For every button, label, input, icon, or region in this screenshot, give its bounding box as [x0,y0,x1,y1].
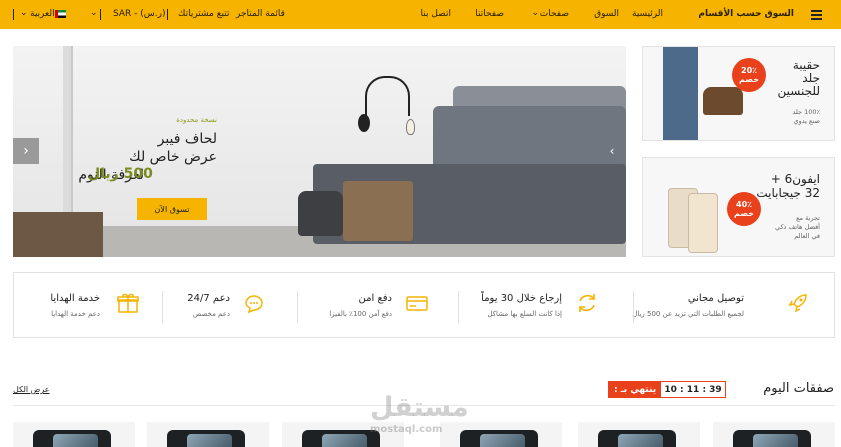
slider-next-arrow-icon[interactable]: › [599,138,625,164]
hero-slider [13,46,626,257]
promo-bag-card[interactable]: 20٪ خصم حقيبة جلد للجنسين 100٪ جلد صنع يدوي [642,46,835,141]
nav-pages[interactable]: صفحات [540,8,569,20]
see-all-link[interactable]: عرض الكل [13,385,50,394]
feature-subtitle: دفع آمن 100٪ بالفيزا [329,310,392,318]
deals-title: صفقات اليوم [763,381,834,396]
promo-subtitle: 100٪ جلد صنع يدوي [792,108,820,125]
saudi-flag-icon [55,10,66,18]
nav-our-pages[interactable]: صفحاتنا [475,8,504,20]
promo-title: ايفون6 +32 جيجابايت [756,172,820,200]
feature-title: دفع امن [358,293,392,304]
feature-title: خدمة الهدايا [50,293,100,304]
hero-line2: عرض خاص لك [129,149,217,165]
bulb-shape [406,119,415,135]
shop-now-button[interactable]: تسوق الآن [137,198,207,220]
menu-icon[interactable] [811,10,822,20]
phone-image [167,430,245,447]
feature-subtitle: دعم خدمة الهدايا [51,310,100,318]
nav-home[interactable]: الرئيسية [632,8,663,20]
stores-list-link[interactable]: قائمة المتاجر [236,8,285,20]
promo-iphone-card[interactable]: 40٪ خصم ايفون6 +32 جيجابايت تجربة مع أفضل … [642,157,835,257]
feature-secure-payment: دفع امن دفع آمن 100٪ بالفيزا [299,273,459,337]
hero-price: 500 ريال [88,166,153,182]
feature-returns: إرجاع خلال 30 يوماً إذا كانت السلع بها م… [459,273,634,337]
phone-image [33,430,111,447]
model-figure-image [663,47,698,140]
chat-icon [245,295,263,314]
feature-subtitle: إذا كانت السلع بها مشاكل [487,310,562,318]
product-card[interactable] [13,422,135,447]
nav-contact[interactable]: اتصل بنا [421,8,451,20]
product-card[interactable] [578,422,700,447]
feature-gifts: خدمة الهدايا دعم خدمة الهدايا [13,273,163,337]
phone-image [460,430,538,447]
feature-title: إرجاع خلال 30 يوماً [481,293,562,304]
hero-line1: لحاف فيبر [157,131,217,147]
phone-image [598,430,676,447]
currency-selector[interactable]: (ر.س) - SAR [113,8,165,20]
lamp-shape [358,114,370,132]
language-selector[interactable]: العربية [30,8,55,20]
discount-badge: 20٪ خصم [732,58,766,92]
phone-image [302,430,380,447]
deal-countdown: 10 : 11 : 39 ينتهي بـ : [608,381,726,398]
gift-icon [117,293,139,313]
watermark-url: mostaql.com [370,424,443,435]
credit-card-icon [406,296,428,311]
refresh-icon [579,294,595,312]
product-card[interactable] [147,422,269,447]
divider [13,9,14,20]
stump-table-shape [343,181,413,241]
chevron-down-icon[interactable]: ⌄ [531,7,539,19]
product-card[interactable] [440,422,562,447]
chevron-down-icon[interactable]: ⌄ [20,7,28,19]
feature-title: توصيل مجاني [687,293,744,304]
rocket-icon [788,294,807,313]
divider [100,9,101,20]
feature-support: دعم 24/7 دعم مخصص [163,273,298,337]
feature-subtitle: دعم مخصص [192,310,230,318]
watermark-logo: مستقل [370,392,469,423]
features-bar: توصيل مجاني لجميع الطلبات التي تزيد عن 5… [13,272,835,338]
phone-image [688,193,718,253]
chevron-down-icon[interactable]: ⌄ [90,7,98,19]
categories-menu-label[interactable]: السوق حسب الأقسام [698,8,794,20]
divider [167,9,168,20]
countdown-label: ينتهي بـ : [609,382,662,397]
phone-image [733,430,811,447]
top-bar: السوق حسب الأقسام الرئيسية السوق صفحات ⌄… [0,0,841,29]
bench-shape [13,212,103,257]
promo-subtitle: تجربة مع أفضل هاتف ذكي في العالم [775,214,820,240]
feature-free-delivery: توصيل مجاني لجميع الطلبات التي تزيد عن 5… [632,273,834,337]
slider-prev-arrow-icon[interactable]: ‹ [13,138,39,164]
promo-title: حقيبة جلد للجنسين [777,58,820,98]
leather-bag-image [703,87,743,115]
feature-subtitle: لجميع الطلبات التي تزيد عن 500 ريال [632,310,744,318]
nav-market[interactable]: السوق [594,8,619,20]
feature-title: دعم 24/7 [187,293,230,304]
track-orders-link[interactable]: تتبع مشترياتك [178,8,229,20]
bag-shape [298,191,343,236]
hero-tag: نسخة محدودة [176,116,217,124]
countdown-time: 10 : 11 : 39 [664,384,722,395]
product-card[interactable] [713,422,835,447]
lamp-arm-shape [365,76,410,116]
